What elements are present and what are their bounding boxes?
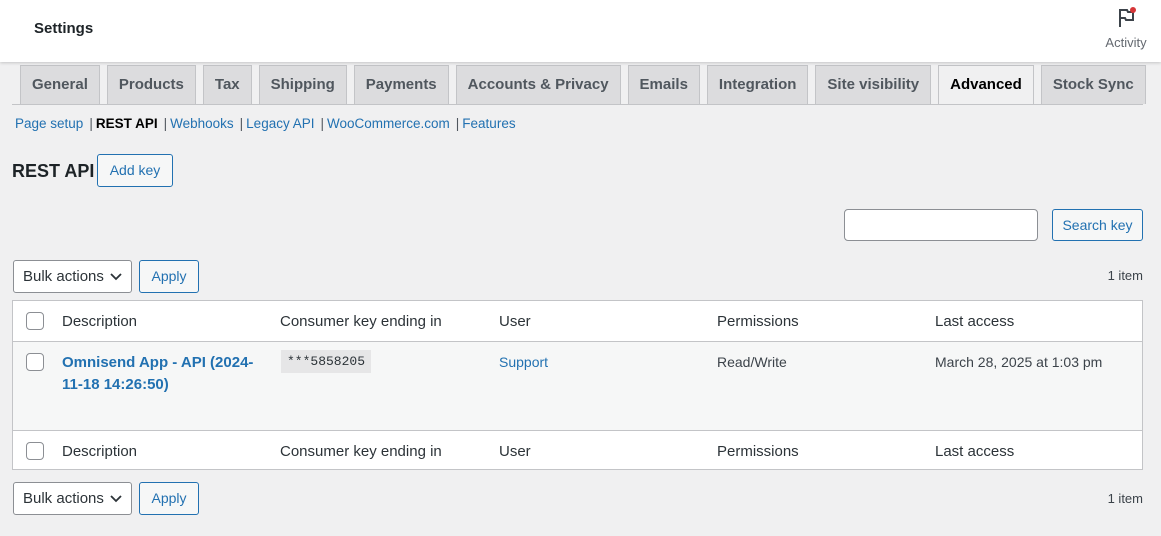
tab-general[interactable]: General — [20, 65, 100, 104]
subnav-page-setup[interactable]: Page setup — [15, 116, 83, 131]
column-description-footer[interactable]: Description — [62, 443, 137, 460]
select-all-checkbox-footer[interactable] — [26, 442, 44, 460]
flag-icon — [1114, 6, 1138, 30]
tab-divider — [12, 104, 1143, 105]
activity-label: Activity — [1105, 35, 1147, 50]
column-user-footer[interactable]: User — [499, 443, 531, 460]
tab-stock-sync[interactable]: Stock Sync — [1040, 65, 1146, 104]
subnav-legacy-api[interactable]: Legacy API — [246, 116, 314, 131]
column-description[interactable]: Description — [62, 313, 137, 330]
top-bar: Settings Activity — [0, 0, 1161, 62]
column-consumer-key[interactable]: Consumer key ending in — [280, 313, 442, 330]
tab-emails[interactable]: Emails — [627, 65, 700, 104]
tab-payments[interactable]: Payments — [353, 65, 449, 104]
bulk-actions-select-bottom[interactable]: Bulk actions — [13, 482, 132, 515]
column-last-access[interactable]: Last access — [935, 313, 1014, 330]
bulk-actions-select-top[interactable]: Bulk actions — [13, 260, 132, 293]
user-link[interactable]: Support — [499, 354, 548, 370]
key-description-link[interactable]: Omnisend App - API (2024-11-18 14:26:50) — [62, 352, 272, 396]
bulk-actions-value: Bulk actions — [23, 268, 104, 285]
section-heading: REST API — [12, 161, 95, 181]
activity-button[interactable]: Activity — [1091, 6, 1161, 50]
column-permissions[interactable]: Permissions — [717, 313, 799, 330]
add-key-button[interactable]: Add key — [97, 154, 173, 187]
column-last-access-footer[interactable]: Last access — [935, 443, 1014, 460]
search-key-button[interactable]: Search key — [1052, 209, 1143, 241]
tab-shipping[interactable]: Shipping — [258, 65, 347, 104]
tab-products[interactable]: Products — [106, 65, 196, 104]
select-all-checkbox[interactable] — [26, 312, 44, 330]
item-count-top: 1 item — [1107, 268, 1143, 283]
column-user[interactable]: User — [499, 313, 531, 330]
tab-integration[interactable]: Integration — [706, 65, 809, 104]
tab-tax[interactable]: Tax — [202, 65, 252, 104]
settings-tabs: General Products Tax Shipping Payments A… — [20, 65, 1146, 105]
subnav-separator: | — [89, 116, 93, 131]
subnav-features[interactable]: Features — [462, 116, 515, 131]
row-checkbox[interactable] — [26, 353, 44, 371]
chevron-down-icon — [110, 495, 122, 503]
api-keys-table: Description Consumer key ending in User … — [12, 300, 1143, 470]
permissions-value: Read/Write — [717, 354, 787, 370]
subnav-rest-api[interactable]: REST API — [96, 116, 158, 131]
table-footer: Description Consumer key ending in User … — [13, 430, 1142, 471]
column-permissions-footer[interactable]: Permissions — [717, 443, 799, 460]
apply-button-bottom[interactable]: Apply — [139, 482, 199, 515]
table-header: Description Consumer key ending in User … — [13, 301, 1142, 342]
consumer-key-value: ***5858205 — [281, 350, 372, 373]
apply-button-top[interactable]: Apply — [139, 260, 199, 293]
subnav-webhooks[interactable]: Webhooks — [170, 116, 234, 131]
subnav-separator: | — [239, 116, 244, 131]
chevron-down-icon — [110, 273, 122, 281]
bulk-actions-value: Bulk actions — [23, 490, 104, 507]
subnav-separator: | — [163, 116, 168, 131]
search-input[interactable] — [844, 209, 1038, 241]
tab-advanced[interactable]: Advanced — [938, 65, 1034, 105]
tab-accounts-privacy[interactable]: Accounts & Privacy — [455, 65, 621, 104]
notification-dot — [1130, 7, 1136, 13]
table-row: Omnisend App - API (2024-11-18 14:26:50)… — [13, 342, 1142, 430]
sub-navigation: Page setup | REST API | Webhooks | Legacy API |… — [15, 116, 516, 131]
subnav-woocommerce-com[interactable]: WooCommerce.com — [327, 116, 450, 131]
page-title: Settings — [34, 20, 94, 37]
subnav-separator: | — [455, 116, 460, 131]
last-access-value: March 28, 2025 at 1:03 pm — [935, 354, 1103, 370]
column-consumer-key-footer[interactable]: Consumer key ending in — [280, 443, 442, 460]
subnav-separator: | — [320, 116, 324, 131]
tab-site-visibility[interactable]: Site visibility — [815, 65, 932, 104]
item-count-bottom: 1 item — [1107, 491, 1143, 506]
